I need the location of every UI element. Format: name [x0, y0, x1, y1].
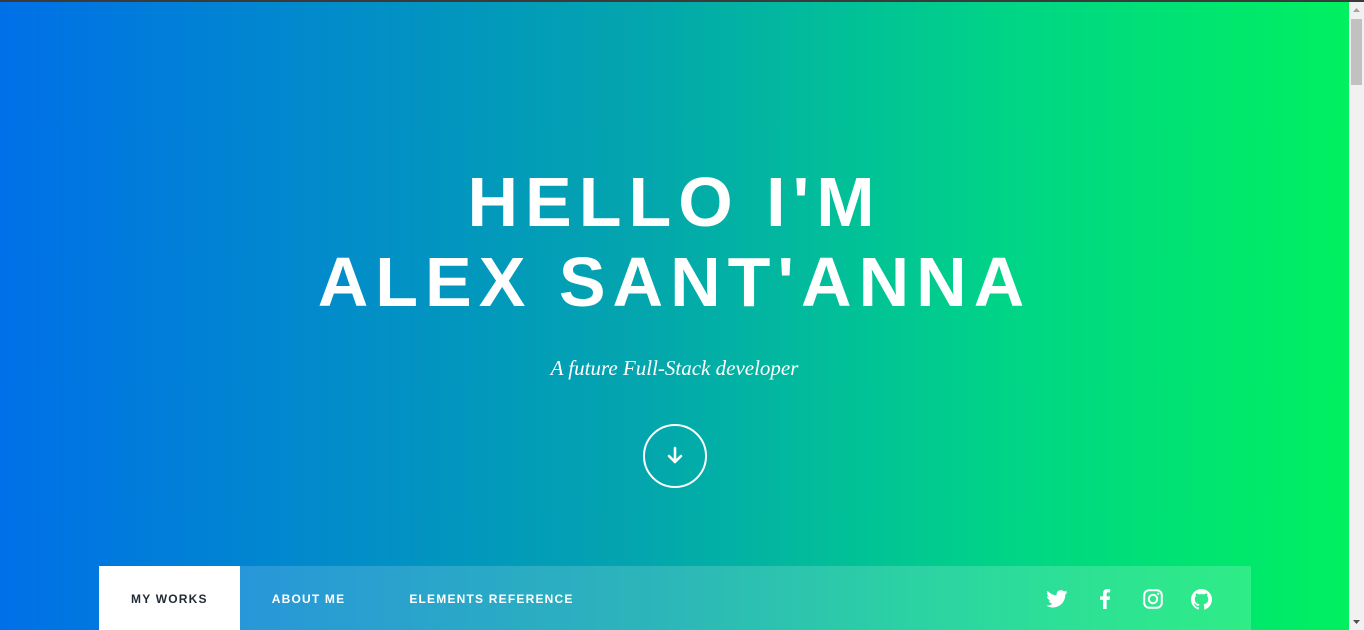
scrollbar-thumb[interactable]	[1351, 19, 1362, 85]
vertical-scrollbar[interactable]	[1349, 2, 1364, 630]
hero-title-line-1: HELLO I'M	[467, 163, 882, 241]
hero-subtitle: A future Full-Stack developer	[550, 356, 799, 380]
twitter-icon[interactable]	[1045, 587, 1069, 611]
hero-title-line-2: ALEX SANT'ANNA	[317, 243, 1032, 321]
hero-title: HELLO I'M ALEX SANT'ANNA	[0, 162, 1349, 322]
arrow-down-icon	[667, 446, 683, 464]
instagram-icon[interactable]	[1141, 587, 1165, 611]
social-links	[1045, 587, 1251, 611]
github-icon[interactable]	[1189, 587, 1213, 611]
scroll-down-button[interactable]	[643, 424, 707, 488]
scroll-down-arrow-icon[interactable]	[1349, 614, 1364, 630]
nav-item-my-works[interactable]: MY WORKS	[99, 566, 240, 630]
hero-section: HELLO I'M ALEX SANT'ANNA A future Full-S…	[0, 2, 1349, 630]
nav-item-elements-reference[interactable]: ELEMENTS REFERENCE	[377, 566, 605, 630]
nav-item-about-me[interactable]: ABOUT ME	[240, 566, 378, 630]
facebook-icon[interactable]	[1093, 587, 1117, 611]
scroll-up-arrow-icon[interactable]	[1349, 2, 1364, 18]
main-nav: MY WORKS ABOUT ME ELEMENTS REFERENCE	[99, 566, 1251, 630]
